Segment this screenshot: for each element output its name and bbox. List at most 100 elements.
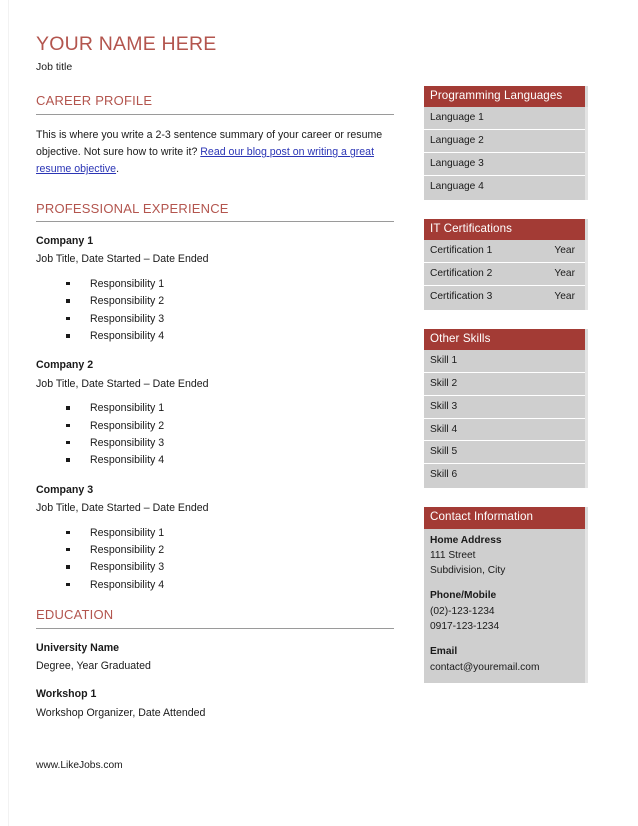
- responsibility-list: Responsibility 1 Responsibility 2 Respon…: [36, 400, 394, 469]
- table-row: Skill 5: [424, 441, 585, 465]
- contact-value: (02)-123-1234: [430, 605, 495, 617]
- education-entry: University Name Degree, Year Graduated: [36, 641, 394, 675]
- education-meta: Degree, Year Graduated: [36, 660, 151, 673]
- panel-title-it-certifications: IT Certifications: [424, 218, 588, 241]
- panel-body-contact-information: Home Address 111 Street Subdivision, Cit…: [424, 528, 588, 683]
- responsibility-item: Responsibility 4: [36, 452, 394, 468]
- contact-value: 0917-123-1234: [430, 621, 500, 633]
- panel-contact-information: Contact Information Home Address 111 Str…: [424, 507, 588, 683]
- experience-entry: Company 2 Job Title, Date Started – Date…: [36, 358, 394, 468]
- panel-other-skills: Other Skills Skill 1 Skill 2 Skill 3 Ski…: [424, 328, 588, 489]
- row-label: Skill 2: [430, 378, 458, 390]
- table-row: Skill 3: [424, 396, 585, 419]
- row-label: Skill 4: [430, 423, 458, 435]
- education-institution: University Name: [36, 641, 120, 654]
- panel-title-programming-languages: Programming Languages: [424, 86, 588, 108]
- contact-group-address: Home Address 111 Street Subdivision, Cit…: [430, 533, 579, 579]
- row-value: Year: [554, 268, 575, 280]
- responsibility-list: Responsibility 1 Responsibility 2 Respon…: [36, 525, 394, 594]
- row-value: Year: [554, 245, 575, 257]
- table-row: Language 1: [424, 107, 585, 131]
- table-row: Skill 4: [424, 419, 585, 442]
- row-label: Language 1: [430, 112, 484, 124]
- row-label: Skill 5: [430, 446, 458, 458]
- table-row: Skill 6: [424, 464, 585, 486]
- row-label: Language 2: [430, 135, 484, 147]
- responsibility-item: Responsibility 1: [36, 525, 394, 541]
- section-professional-experience: PROFESSIONAL EXPERIENCE Company 1 Job Ti…: [36, 201, 394, 594]
- page-left-border: [8, 0, 9, 826]
- contact-label: Home Address: [430, 534, 502, 546]
- responsibility-item: Responsibility 4: [36, 328, 394, 344]
- education-institution: Workshop 1: [36, 688, 97, 701]
- row-label: Skill 1: [430, 355, 458, 367]
- panel-title-contact-information: Contact Information: [424, 507, 588, 529]
- table-row: Certification 2 Year: [424, 263, 585, 286]
- experience-entry: Company 3 Job Title, Date Started – Date…: [36, 483, 394, 593]
- panel-title-other-skills: Other Skills: [424, 328, 588, 351]
- career-profile-text: This is where you write a 2-3 sentence s…: [36, 127, 394, 178]
- resume-sidebar: Programming Languages Language 1 Languag…: [424, 86, 588, 702]
- panel-body-it-certifications: Certification 1 Year Certification 2 Yea…: [424, 240, 588, 310]
- resume-main-column: YOUR NAME HERE Job title CAREER PROFILE …: [36, 33, 394, 734]
- section-heading-career-profile: CAREER PROFILE: [36, 93, 153, 109]
- section-education: EDUCATION University Name Degree, Year G…: [36, 607, 394, 721]
- panel-it-certifications: IT Certifications Certification 1 Year C…: [424, 218, 588, 310]
- section-divider: [36, 221, 394, 223]
- job-meta: Job Title, Date Started – Date Ended: [36, 502, 209, 515]
- contact-value: contact@youremail.com: [430, 661, 540, 673]
- section-heading-professional-experience: PROFESSIONAL EXPERIENCE: [36, 200, 229, 216]
- panel-body-other-skills: Skill 1 Skill 2 Skill 3 Skill 4 Skill 5: [424, 350, 588, 489]
- row-label: Certification 1: [430, 245, 493, 257]
- section-divider: [36, 114, 394, 116]
- row-value: Year: [554, 290, 575, 302]
- section-career-profile: CAREER PROFILE This is where you write a…: [36, 93, 394, 178]
- table-row: Skill 2: [424, 373, 585, 396]
- row-label: Language 4: [430, 180, 484, 192]
- contact-label: Phone/Mobile: [430, 590, 497, 602]
- resume-job-title: Job title: [36, 61, 73, 74]
- row-label: Certification 2: [430, 268, 493, 280]
- row-label: Skill 6: [430, 469, 458, 481]
- resume-name: YOUR NAME HERE: [36, 33, 217, 55]
- page-footer: www.LikeJobs.com: [36, 760, 123, 771]
- responsibility-list: Responsibility 1 Responsibility 2 Respon…: [36, 276, 394, 345]
- panel-body-programming-languages: Language 1 Language 2 Language 3 Languag…: [424, 107, 588, 200]
- education-meta: Workshop Organizer, Date Attended: [36, 706, 206, 719]
- table-row: Language 3: [424, 153, 585, 176]
- responsibility-item: Responsibility 1: [36, 400, 394, 416]
- contact-group-email: Email contact@youremail.com: [430, 644, 579, 675]
- responsibility-item: Responsibility 2: [36, 293, 394, 309]
- contact-label: Email: [430, 646, 458, 658]
- table-row: Skill 1: [424, 350, 585, 374]
- contact-group-phone: Phone/Mobile (02)-123-1234 0917-123-1234: [430, 588, 579, 634]
- responsibility-item: Responsibility 3: [36, 311, 394, 327]
- education-entry: Workshop 1 Workshop Organizer, Date Atte…: [36, 687, 394, 721]
- section-heading-education: EDUCATION: [36, 607, 114, 623]
- panel-programming-languages: Programming Languages Language 1 Languag…: [424, 86, 588, 200]
- resume-page: YOUR NAME HERE Job title CAREER PROFILE …: [0, 0, 638, 826]
- table-row: Certification 1 Year: [424, 240, 585, 264]
- responsibility-item: Responsibility 1: [36, 276, 394, 292]
- company-name: Company 3: [36, 483, 94, 496]
- responsibility-item: Responsibility 3: [36, 435, 394, 451]
- job-meta: Job Title, Date Started – Date Ended: [36, 377, 209, 390]
- section-divider: [36, 627, 394, 629]
- table-row: Language 2: [424, 130, 585, 154]
- row-label: Language 3: [430, 158, 484, 170]
- table-row: Certification 3 Year: [424, 286, 585, 308]
- responsibility-item: Responsibility 2: [36, 418, 394, 434]
- row-label: Certification 3: [430, 290, 493, 302]
- career-profile-text-after-link: .: [116, 163, 120, 176]
- experience-entry: Company 1 Job Title, Date Started – Date…: [36, 234, 394, 344]
- table-row: Language 4: [424, 176, 585, 198]
- row-label: Skill 3: [430, 400, 458, 412]
- company-name: Company 1: [36, 235, 94, 248]
- responsibility-item: Responsibility 4: [36, 577, 394, 593]
- company-name: Company 2: [36, 359, 94, 372]
- responsibility-item: Responsibility 2: [36, 542, 394, 558]
- job-meta: Job Title, Date Started – Date Ended: [36, 253, 209, 266]
- contact-value: 111 Street: [430, 549, 476, 561]
- responsibility-item: Responsibility 3: [36, 559, 394, 575]
- contact-value: Subdivision, City: [430, 565, 506, 577]
